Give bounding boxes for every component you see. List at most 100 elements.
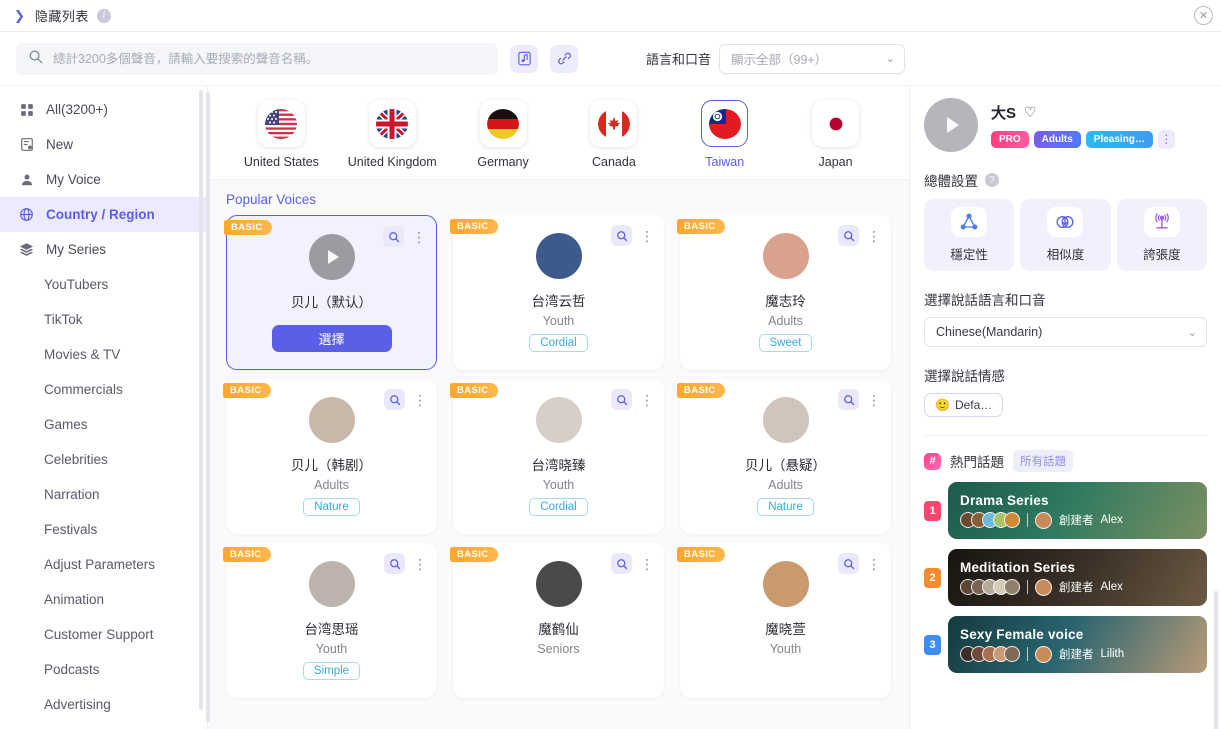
flag-icon-germany [479,100,527,147]
flag-icon-united-states [257,100,305,147]
sidebar-item-celebrities[interactable]: Celebrities [0,442,207,477]
avatar[interactable] [535,397,582,443]
card-more-icon[interactable]: ⋮ [411,393,429,407]
topic-card[interactable]: Sexy Female voice 創建者 Lilith [948,616,1207,673]
sidebar: All(3200+) New My Voice Country / Region My … [0,86,208,729]
card-more-icon[interactable]: ⋮ [865,393,883,407]
card-more-icon[interactable]: ⋮ [638,557,656,571]
country-tab-taiwan[interactable]: Taiwan [669,100,780,169]
topic-item[interactable]: 3 Sexy Female voice 創建者 Lilith [924,616,1207,673]
collapse-list-label[interactable]: 隐藏列表 [35,6,89,25]
avatar[interactable] [535,233,582,279]
country-tab-canada[interactable]: Canada [558,100,669,169]
card-more-icon[interactable]: ⋮ [865,557,883,571]
select-voice-button[interactable]: 選擇 [271,325,392,352]
emotion-chip[interactable]: 🙂 Defa… [924,393,1004,417]
language-filter-select[interactable]: 顯示全部（99+） ⌄ [719,43,906,74]
avatar[interactable] [308,397,355,443]
music-note-icon[interactable] [510,44,538,73]
sidebar-item-advertising[interactable]: Advertising [0,687,207,722]
country-tab-germany[interactable]: Germany [448,100,559,169]
sidebar-item-movies-tv[interactable]: Movies & TV [0,337,207,372]
sidebar-item-animation[interactable]: Animation [0,582,207,617]
card-more-icon[interactable]: ⋮ [411,557,429,571]
panel-scrollbar[interactable] [1214,591,1218,729]
topic-item[interactable]: 1 Drama Series 創建者 Alex [924,482,1207,539]
parameter-similarity[interactable]: 相似度 [1020,199,1111,271]
card-more-icon[interactable]: ⋮ [638,393,656,407]
magnifier-icon[interactable] [611,389,632,410]
help-icon[interactable]: ? [985,173,999,187]
magnifier-icon[interactable] [838,553,859,574]
voice-card[interactable]: BASIC ⋮ 台湾云哲 Youth Cordial [450,215,664,370]
collapse-list-arrow-icon[interactable]: ❯ [14,9,25,22]
country-tab-united-kingdom[interactable]: United Kingdom [337,100,448,169]
card-tools: ⋮ [838,389,883,410]
plan-badge: BASIC [223,547,271,562]
sidebar-item-podcasts[interactable]: Podcasts [0,652,207,687]
magnifier-icon[interactable] [611,225,632,246]
voice-card[interactable]: BASIC ⋮ 贝儿（默认） 選擇 [224,215,437,370]
magnifier-icon[interactable] [838,389,859,410]
voice-card[interactable]: BASIC ⋮ 贝儿（韩剧） Adults Nature [223,379,437,534]
sidebar-item-all-3200[interactable]: All(3200+) [0,92,207,127]
voice-card[interactable]: BASIC ⋮ 魔晓萱 Youth [677,543,891,698]
favorite-heart-icon[interactable]: ♡ [1024,104,1037,121]
magnifier-icon[interactable] [384,389,405,410]
avatar[interactable] [762,561,809,607]
voice-style-tag: Cordial [529,498,588,516]
voice-card[interactable]: BASIC ⋮ 魔志玲 Adults Sweet [677,215,891,370]
speaking-language-select[interactable]: Chinese(Mandarin) ⌄ [924,317,1207,347]
profile-more-icon[interactable]: ⋮ [1157,129,1175,149]
sidebar-item-country-region[interactable]: Country / Region [0,197,207,232]
topic-rank: 2 [924,567,941,588]
magnifier-icon[interactable] [384,553,405,574]
voice-card[interactable]: BASIC ⋮ 贝儿（悬疑） Adults Nature [677,379,891,534]
topic-card[interactable]: Drama Series 創建者 Alex [948,482,1207,539]
sidebar-item-my-series[interactable]: My Series [0,232,207,267]
magnifier-icon[interactable] [838,225,859,246]
info-icon[interactable]: i [96,8,111,23]
avatar[interactable] [924,98,978,152]
parameter-exaggeration[interactable]: 誇張度 [1116,199,1207,271]
sidebar-item-youtubers[interactable]: YouTubers [0,267,207,302]
avatar[interactable] [762,233,809,279]
card-more-icon[interactable]: ⋮ [865,229,883,243]
topic-card[interactable]: Meditation Series 創建者 Alex [948,549,1207,606]
magnifier-icon[interactable] [383,226,404,247]
country-tab-japan[interactable]: Japan [780,100,891,169]
voice-card[interactable]: BASIC ⋮ 台湾晓臻 Youth Cordial [450,379,664,534]
link-icon[interactable] [550,44,578,73]
plan-badge: BASIC [450,547,498,562]
sidebar-item-tiktok[interactable]: TikTok [0,302,207,337]
voice-list-scrollbar[interactable] [206,92,210,722]
avatar[interactable] [762,397,809,443]
topic-item[interactable]: 2 Meditation Series 創建者 Alex [924,549,1207,606]
magnifier-icon[interactable] [611,553,632,574]
sidebar-item-customer-support[interactable]: Customer Support [0,617,207,652]
sidebar-item-adjust-parameters[interactable]: Adjust Parameters [0,547,207,582]
all-topics-button[interactable]: 所有話題 [1013,450,1073,472]
parameter-label: 相似度 [1046,248,1085,262]
search-box[interactable] [16,42,498,75]
sidebar-item-games[interactable]: Games [0,407,207,442]
close-window-button[interactable]: ✕ [1194,6,1213,25]
sidebar-scrollbar[interactable] [199,90,203,710]
avatar[interactable] [308,561,355,607]
voice-name: 贝儿（默认） [291,295,372,310]
search-input[interactable] [53,51,486,66]
sidebar-item-festivals[interactable]: Festivals [0,512,207,547]
sidebar-item-my-voice[interactable]: My Voice [0,162,207,197]
avatar[interactable] [308,234,355,280]
voice-card[interactable]: BASIC ⋮ 魔鹤仙 Seniors [450,543,664,698]
sidebar-item-new[interactable]: New [0,127,207,162]
sidebar-item-narration[interactable]: Narration [0,477,207,512]
plan-badge: BASIC [677,383,725,398]
card-more-icon[interactable]: ⋮ [410,230,428,244]
country-tab-united-states[interactable]: United States [226,100,337,169]
card-more-icon[interactable]: ⋮ [638,229,656,243]
parameter-stability[interactable]: 穩定性 [924,199,1015,271]
voice-card[interactable]: BASIC ⋮ 台湾思瑶 Youth Simple [223,543,437,698]
avatar[interactable] [535,561,582,607]
sidebar-item-commercials[interactable]: Commercials [0,372,207,407]
